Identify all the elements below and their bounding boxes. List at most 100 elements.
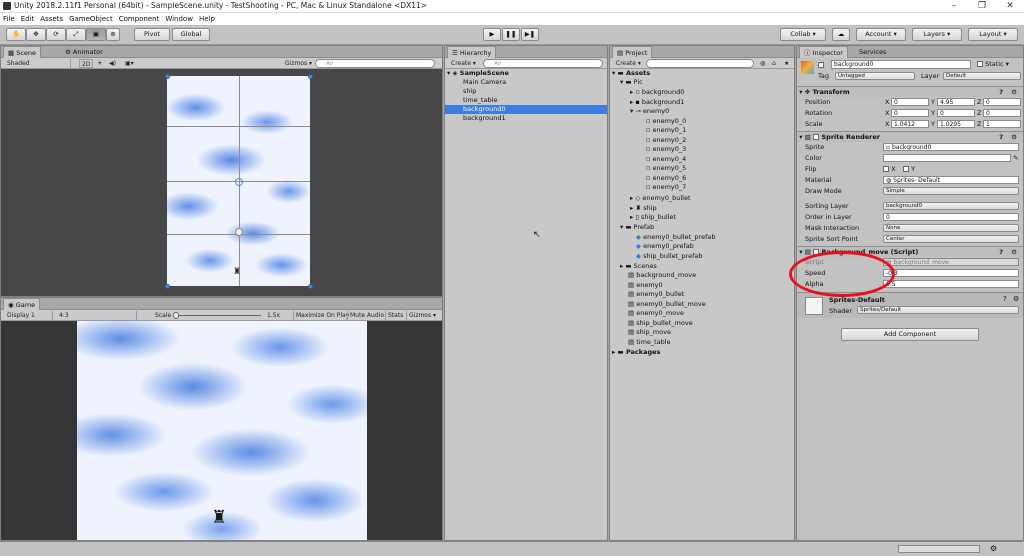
project-script-item[interactable]: ▤ ship_bullet_move [628, 319, 693, 328]
tag-dropdown[interactable]: Untagged [835, 72, 915, 80]
active-checkbox[interactable] [818, 61, 824, 69]
sprite-sort-point-dropdown[interactable]: Center [883, 235, 1019, 243]
hierarchy-item-background1[interactable]: background1 [463, 114, 506, 123]
project-item-enemy-frame[interactable]: ▫ enemy0_4 [646, 155, 686, 164]
project-folder-prefab[interactable]: ▾ ▬ Prefab [620, 223, 654, 232]
project-item-background0[interactable]: ▸ ▫ background0 [630, 88, 684, 97]
project-script-item[interactable]: ▤ enemy0_bullet [628, 290, 684, 299]
project-script-item[interactable]: ▤ enemy0_move [628, 309, 684, 318]
minimize-icon[interactable]: – [940, 0, 968, 13]
menu-edit[interactable]: Edit [18, 13, 38, 25]
tab-scene[interactable]: ▦ Scene [3, 46, 42, 58]
cloud-icon[interactable]: ☁ [832, 28, 850, 41]
scale-slider[interactable] [173, 315, 261, 316]
project-script-item[interactable]: ▤ enemy0_bullet_move [628, 300, 706, 309]
draw-mode-dropdown[interactable]: Simple [883, 187, 1019, 195]
sprite-renderer-header[interactable]: ▾ ▧ Sprite Renderer? ⚙ [797, 131, 1023, 142]
scale-tool-icon[interactable]: ⤢ [66, 28, 86, 41]
hierarchy-item-main-camera[interactable]: Main Camera [463, 78, 506, 87]
layout-dropdown[interactable]: Layout ▾ [968, 28, 1018, 41]
scale-z-field[interactable]: 1 [983, 120, 1021, 128]
mask-interaction-dropdown[interactable]: None [883, 224, 1019, 232]
filter-type-icon[interactable]: ◍ [758, 59, 767, 68]
project-item-enemy-frame[interactable]: ▫ enemy0_2 [646, 136, 686, 145]
position-x-field[interactable]: 0 [891, 98, 929, 106]
rotate-tool-icon[interactable]: ⟳ [46, 28, 66, 41]
collab-button[interactable]: Collab ▾ [780, 28, 826, 41]
mute-audio-toggle[interactable]: Mute Audio [347, 311, 386, 320]
global-button[interactable]: Global [172, 28, 210, 41]
effects-icon[interactable]: ▣▾ [123, 59, 136, 68]
add-component-button[interactable]: Add Component [841, 328, 979, 341]
mode-2d-toggle[interactable]: 2D [79, 59, 94, 68]
hierarchy-search-input[interactable]: All [483, 59, 603, 68]
menu-gameobject[interactable]: GameObject [66, 13, 116, 25]
project-create-button[interactable]: Create ▾ [614, 59, 643, 68]
step-button[interactable]: ▶❚ [521, 28, 539, 41]
game-viewport[interactable]: ♜ [1, 321, 442, 540]
project-prefab-item[interactable]: ◆ enemy0_prefab [636, 242, 694, 251]
rotation-y-field[interactable]: 0 [937, 109, 975, 117]
project-script-item[interactable]: ▤ time_table [628, 338, 671, 347]
project-item-enemy-frame[interactable]: ▫ enemy0_1 [646, 126, 686, 135]
move-tool-icon[interactable]: ✥ [26, 28, 46, 41]
project-item-enemy-frame[interactable]: ▫ enemy0_7 [646, 183, 686, 192]
stats-toggle[interactable]: Stats [385, 311, 405, 320]
project-folder-pic[interactable]: ▾ ▬ Pic [620, 78, 643, 87]
color-swatch[interactable] [883, 154, 1011, 162]
hand-tool-icon[interactable]: ✋ [6, 28, 26, 41]
project-item-enemy-frame[interactable]: ▫ enemy0_6 [646, 174, 686, 183]
static-toggle[interactable]: Static ▾ [977, 60, 1009, 68]
project-item-ship[interactable]: ▸ ♜ ship [630, 204, 657, 213]
scene-viewport[interactable]: ♜ [1, 69, 442, 296]
menu-component[interactable]: Component [116, 13, 163, 25]
project-item-enemy0[interactable]: ▾ ⊸ enemy0 [630, 107, 669, 116]
project-prefab-item[interactable]: ◆ enemy0_bullet_prefab [636, 233, 715, 242]
project-item-enemy0-bullet[interactable]: ▸ ◇ enemy0_bullet [630, 194, 691, 203]
favorite-icon[interactable]: ★ [782, 59, 791, 68]
project-item-enemy-frame[interactable]: ▫ enemy0_0 [646, 117, 686, 126]
menu-file[interactable]: File [0, 13, 18, 25]
flip-y-toggle[interactable]: Y [903, 164, 915, 174]
project-script-item[interactable]: ▤ enemy0 [628, 281, 663, 290]
project-item-ship-bullet[interactable]: ▸ ▯ ship_bullet [630, 213, 676, 222]
help-icon[interactable]: ? [1003, 295, 1007, 303]
tab-project[interactable]: ▤ Project [612, 46, 653, 58]
scale-x-field[interactable]: 1.0412 [891, 120, 929, 128]
ship-sprite-icon[interactable]: ♜ [233, 267, 241, 277]
project-item-enemy-frame[interactable]: ▫ enemy0_5 [646, 164, 686, 173]
order-in-layer-field[interactable]: 0 [883, 213, 1019, 221]
component-gear-icon[interactable]: ⚙ [1013, 295, 1019, 303]
shading-dropdown[interactable]: Shaded [5, 59, 71, 68]
alpha-field[interactable]: 0.5 [883, 280, 1019, 288]
close-icon[interactable]: ✕ [996, 0, 1024, 13]
play-button[interactable]: ▶ [483, 28, 501, 41]
hierarchy-item-time-table[interactable]: time_table [463, 96, 497, 105]
project-folder-packages[interactable]: ▸ ▬ Packages [612, 348, 660, 357]
scale-y-field[interactable]: 1.0295 [937, 120, 975, 128]
project-script-item[interactable]: ▤ ship_move [628, 328, 671, 337]
rect-handle[interactable] [165, 284, 170, 289]
flip-x-toggle[interactable]: X [883, 164, 896, 174]
project-prefab-item[interactable]: ◆ ship_bullet_prefab [636, 252, 702, 261]
tab-hierarchy[interactable]: ☰ Hierarchy [447, 46, 497, 58]
project-item-enemy-frame[interactable]: ▫ enemy0_3 [646, 145, 686, 154]
position-y-field[interactable]: 4.95 [937, 98, 975, 106]
hierarchy-create-button[interactable]: Create ▾ [449, 59, 478, 68]
menu-help[interactable]: Help [196, 13, 218, 25]
pivot-button[interactable]: Pivot [134, 28, 170, 41]
game-gizmos-dropdown[interactable]: Gizmos ▾ [406, 311, 438, 320]
object-name-field[interactable]: background0 [831, 60, 971, 69]
lighting-icon[interactable]: ☀ [95, 59, 104, 68]
tab-animator[interactable]: ⚙ Animator [61, 46, 107, 58]
eyedropper-icon[interactable]: ✎ [1013, 153, 1018, 163]
sprite-field[interactable]: ▫ background0 [883, 143, 1019, 151]
scale-slider-thumb[interactable] [173, 312, 179, 319]
tab-inspector[interactable]: ⓘ Inspector [799, 46, 848, 58]
rect-tool-icon[interactable]: ▣ [86, 28, 106, 41]
menu-window[interactable]: Window [162, 13, 196, 25]
scene-gizmos-dropdown[interactable]: Gizmos ▾ [283, 59, 314, 68]
material-field[interactable]: ◍ Sprites- Default [883, 176, 1019, 184]
scene-search-input[interactable]: All [315, 59, 435, 68]
maximize-on-play-toggle[interactable]: Maximize On Play [293, 311, 351, 320]
